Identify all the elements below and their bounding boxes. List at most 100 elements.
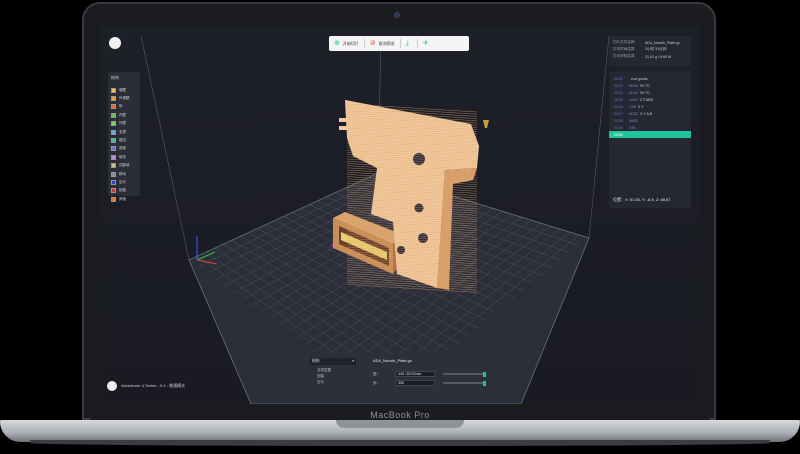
- gcode-args: S0 T0: [640, 83, 650, 88]
- gcode-line-number: 78260: [613, 132, 623, 137]
- legend-swatch: [111, 87, 116, 93]
- gcode-command: M652: [629, 118, 638, 123]
- cursor-position: 位置：X: 51.53, Y: -8.8, Z: 88.87: [613, 197, 671, 202]
- legend-label: 内壁: [119, 112, 126, 117]
- legend-label: 底部: [119, 146, 126, 151]
- app-logo-button[interactable]: [109, 37, 121, 49]
- gcode-panel[interactable]: 78252 end gcode 78253 M104 S0 T0 78254 M140 S0 …: [609, 71, 691, 208]
- file-info-key: 切片文件名称: [613, 40, 635, 44]
- gcode-line-number: 78256: [613, 104, 623, 109]
- legend-label: 填充: [119, 154, 126, 159]
- legend-item[interactable]: 裙边: [111, 136, 137, 144]
- view-mode-value: 结构: [312, 359, 320, 363]
- step-input[interactable]: 306: [395, 380, 435, 386]
- printer-icon[interactable]: [107, 381, 117, 391]
- chevron-down-icon: ▾: [352, 359, 354, 363]
- gcode-line[interactable]: 78252 end gcode: [613, 75, 687, 82]
- app-screen: ⊕ 开始切片 ⊘ 取消预览 ⤓ ✈ 结构 墙壁外墙壁桥内壁外壁支撑裙边底部填充顶…: [101, 28, 699, 404]
- step-slider-handle[interactable]: [483, 380, 486, 386]
- upload-printer-icon: ✈: [422, 40, 429, 47]
- gcode-command: M140: [629, 90, 638, 95]
- cancel-icon: ⊘: [369, 40, 376, 47]
- gcode-args: X Y: [637, 104, 644, 109]
- gcode-line[interactable]: 78256 G28 X Y: [613, 103, 687, 110]
- file-info-value: 21.92 g / 6.69 M: [645, 54, 671, 59]
- legend-swatch: [111, 138, 116, 144]
- legend-swatch: [111, 171, 116, 177]
- view-option[interactable]: 回抽: [317, 374, 324, 379]
- legend-label: 墙壁: [119, 87, 126, 92]
- legend-swatch: [111, 196, 116, 202]
- view-mode-select[interactable]: 结构 ▾: [310, 358, 356, 365]
- gcode-line[interactable]: 78255 G162 Z F1800: [613, 96, 687, 103]
- send-to-printer-button[interactable]: ✈: [418, 36, 437, 51]
- gcode-line-number: 78255: [613, 97, 623, 102]
- layer-slider[interactable]: [443, 371, 486, 377]
- layer-label: 层：: [373, 372, 381, 376]
- status-bar: Adventurer 4 Series - 0.4 - 普通模式: [107, 381, 185, 391]
- file-info-panel: 切片文件名称 AD4_Nozzle_Plate.gx 打印时间估算 2小时 31分钟…: [609, 36, 691, 66]
- step-label: 步：: [373, 381, 381, 385]
- legend-label: 桥: [119, 104, 123, 109]
- gcode-line[interactable]: 78260: [609, 131, 691, 138]
- laptop-brand-label: MacBook Pro: [370, 410, 430, 420]
- legend-item[interactable]: 支撑: [111, 128, 137, 136]
- laptop-frame: ⊕ 开始切片 ⊘ 取消预览 ⤓ ✈ 结构 墙壁外墙壁桥内壁外壁支撑裙边底部填充顶…: [0, 0, 800, 454]
- gcode-line[interactable]: 78254 M140 S0 T0: [613, 89, 687, 96]
- step-slider[interactable]: [443, 380, 486, 386]
- gcode-args: Z F1800: [639, 97, 654, 102]
- legend-item[interactable]: 回抽: [111, 187, 137, 195]
- legend-item[interactable]: 内壁: [111, 111, 137, 119]
- start-slice-label: 开始切片: [342, 40, 359, 46]
- legend-swatch: [111, 163, 116, 169]
- play-circle-icon: ⊕: [334, 40, 340, 47]
- legend-item[interactable]: 墙壁: [111, 86, 137, 94]
- laptop-notch: [336, 420, 464, 428]
- legend-swatch: [111, 146, 116, 152]
- gcode-args: end gcode: [631, 76, 648, 81]
- gcode-command: M104: [629, 83, 638, 88]
- legend-swatch: [111, 154, 116, 160]
- legend-item[interactable]: 填充: [111, 153, 137, 161]
- gcode-line-number: 78252: [613, 76, 623, 81]
- legend-swatch: [111, 121, 116, 127]
- file-info-row: 打印材料估算 21.92 g / 6.69 M: [613, 53, 687, 60]
- layer-input[interactable]: 440 / 80.57mm: [395, 371, 435, 377]
- start-slice-button[interactable]: ⊕ 开始切片: [329, 36, 364, 51]
- gcode-line-number: 78254: [613, 90, 623, 95]
- legend-item[interactable]: 空头: [111, 178, 137, 186]
- legend-label: 裙边: [119, 138, 126, 143]
- legend-item[interactable]: 移动: [111, 170, 137, 178]
- cancel-preview-button[interactable]: ⊘ 取消预览: [365, 36, 400, 51]
- legend-item[interactable]: 顶部填: [111, 162, 137, 170]
- layer-slider-handle[interactable]: [483, 371, 486, 377]
- legend-label: 空头: [119, 179, 126, 184]
- legend-label: 移动: [119, 171, 126, 176]
- legend-item[interactable]: 外壁: [111, 120, 137, 128]
- gcode-line-number: 78258: [613, 118, 623, 123]
- layer-panel: 结构 ▾ 当前层模 回抽 空头 AD4_Nozzle_Plate.gx 层： 4…: [305, 353, 491, 395]
- legend-item[interactable]: 外墙壁: [111, 94, 137, 102]
- webcam: [394, 12, 400, 18]
- legend-label: 外壁: [119, 121, 126, 126]
- layer-file-name: AD4_Nozzle_Plate.gx: [373, 358, 412, 363]
- gcode-line[interactable]: 78258 M652: [613, 117, 687, 124]
- gcode-line[interactable]: 78259 G91: [613, 124, 687, 131]
- download-icon: ⤓: [405, 40, 409, 47]
- legend-item[interactable]: 其他: [111, 195, 137, 203]
- layer-input-value: 440 / 80.57mm: [398, 372, 422, 376]
- printer-profile: Adventurer 4 Series - 0.4 - 普通模式: [121, 383, 186, 388]
- gcode-line[interactable]: 78257 M132 X Y A B: [613, 110, 687, 117]
- legend-swatch: [111, 96, 116, 102]
- legend-label: 其他: [119, 196, 126, 201]
- legend-item[interactable]: 桥: [111, 103, 137, 111]
- gcode-line-number: 78257: [613, 111, 623, 116]
- view-option[interactable]: 空头: [317, 380, 324, 385]
- gcode-command: M132: [629, 111, 638, 116]
- legend-item[interactable]: 底部: [111, 145, 137, 153]
- view-option[interactable]: 当前层模: [317, 368, 331, 373]
- structure-legend: 结构 墙壁 外墙壁桥内壁 外壁 支撑 裙边 底部 填充 顶部填 移动 空头 回抽 其他: [108, 72, 140, 202]
- gcode-line[interactable]: 78253 M104 S0 T0: [613, 82, 687, 89]
- export-button[interactable]: ⤓: [401, 36, 417, 51]
- file-info-value: 2小时 31分钟: [645, 47, 667, 51]
